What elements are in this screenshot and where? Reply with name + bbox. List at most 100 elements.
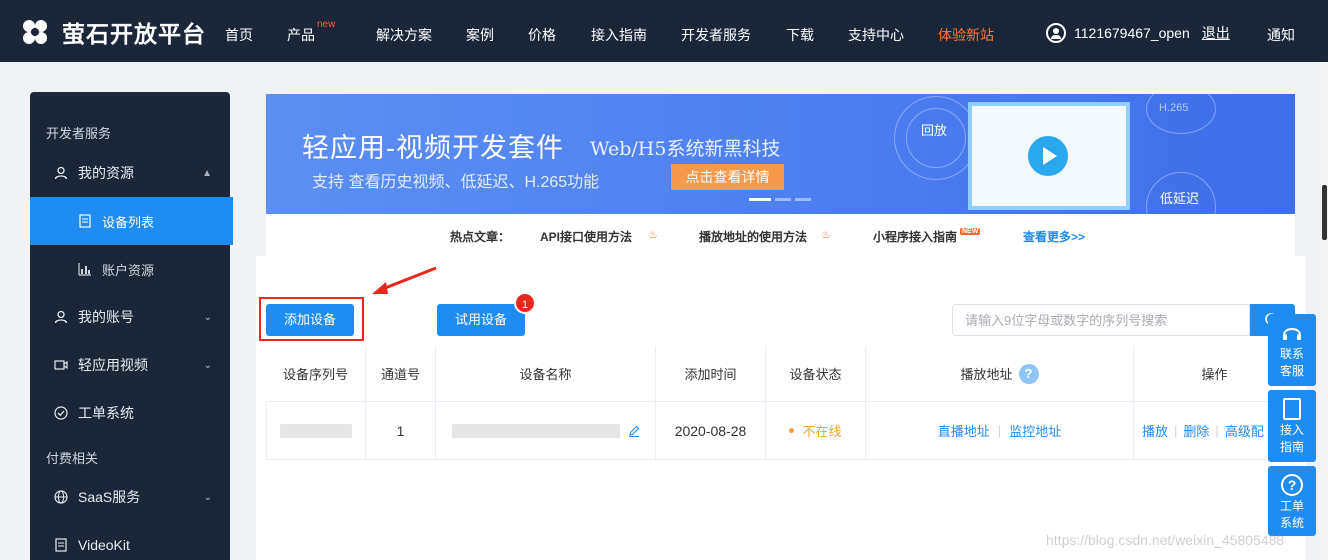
nav-products[interactable]: 产品 new [287,19,335,45]
sidebar-section-pay: 付费相关 [46,451,99,466]
carousel-dot[interactable] [775,198,791,201]
add-device-button[interactable]: 添加设备 [266,304,354,336]
sidebar-item-device-list[interactable]: 设备列表 [30,197,233,245]
nav-products-label: 产品 [287,27,315,43]
delete-link[interactable]: 删除 [1183,421,1209,440]
annotation-arrow-icon [372,266,437,294]
trial-device-button[interactable]: 试用设备 [437,304,525,336]
sidebar-item-saas[interactable]: SaaS服务 ⌄ [30,473,230,521]
chevron-down-icon: ⌄ [203,491,212,503]
new-badge: NEW [960,228,981,235]
monitor-url-link[interactable]: 监控地址 [1009,421,1061,440]
cell-channel: 1 [366,402,436,460]
banner-title: 轻应用-视频开发套件 [302,133,564,163]
user-menu[interactable]: 1121679467_open 退出 [1046,23,1230,43]
hot-article-link[interactable]: API接口使用方法 [540,228,632,245]
banner-label-replay: 回放 [921,123,948,138]
video-preview [968,102,1130,210]
play-link[interactable]: 播放 [1142,421,1168,440]
cell-serial [266,402,366,460]
float-ticket-system[interactable]: ? 工单系统 [1268,466,1316,536]
nav-home[interactable]: 首页 [225,25,253,45]
advanced-config-link[interactable]: 高级配 [1225,421,1264,440]
nav-pricing[interactable]: 价格 [528,25,556,45]
logo-text: 萤石开放平台 [62,21,206,47]
check-circle-icon [54,406,68,420]
redacted-device-name [451,423,620,438]
carousel-dots[interactable] [749,198,811,201]
hot-articles-bar: 热点文章： API接口使用方法 ♨ 播放地址的使用方法 ♨ 小程序接入指南 NE… [266,214,1295,256]
new-badge: new [317,19,336,30]
float-label: 工单系统 [1279,499,1304,530]
carousel-dot[interactable] [749,198,771,201]
divider: | [1215,423,1219,438]
top-nav: 萤石开放平台 首页 产品 new 解决方案 案例 价格 接入指南 开发者服务 下… [0,0,1328,62]
hot-article-link[interactable]: 播放地址的使用方法 [699,228,807,245]
fire-icon: ♨ [648,229,658,241]
more-articles-link[interactable]: 查看更多>> [1023,228,1085,245]
nav-solutions[interactable]: 解决方案 [376,25,432,45]
sidebar-item-ticket-system[interactable]: 工单系统 [30,389,230,437]
col-header-serial: 设备序列号 [266,346,366,402]
user-icon [1046,23,1066,43]
col-header-status: 设备状态 [766,346,866,402]
play-icon [1028,136,1068,176]
nav-support[interactable]: 支持中心 [848,25,904,45]
hot-article-link[interactable]: 小程序接入指南 [873,228,957,245]
promo-banner[interactable]: 轻应用-视频开发套件 Web/H5系统新黑科技 支持 查看历史视频、低延迟、H.… [266,94,1295,214]
sidebar-item-label: 轻应用视频 [78,357,148,373]
nav-new-site[interactable]: 体验新站 [938,25,994,45]
sidebar-item-label: 我的账号 [78,309,134,325]
banner-cta-button[interactable]: 点击查看详情 [671,164,784,190]
cell-added-date: 2020-08-28 [656,402,766,460]
sidebar-item-label: 账户资源 [102,262,155,278]
notify-link[interactable]: 通知 [1267,25,1295,45]
status-dot [789,428,795,433]
redacted-serial [279,423,352,438]
document-icon [55,538,67,552]
logo-icon [23,20,47,44]
chevron-down-icon: ⌄ [203,359,212,371]
col-header-play-url-label: 播放地址 [960,367,1013,382]
hot-articles-label: 热点文章： [450,230,511,244]
float-access-guide[interactable]: 接入指南 [1268,390,1316,462]
sidebar-item-label: 设备列表 [102,214,155,230]
nav-download[interactable]: 下载 [786,25,814,45]
sidebar-item-my-resources[interactable]: 我的资源 ▲ [30,149,230,197]
chevron-up-icon: ▲ [202,167,212,179]
globe-icon [54,490,68,504]
cell-device-name [436,402,656,460]
float-label: 联系客服 [1279,347,1304,378]
divider: | [997,423,1002,438]
decor-ring [1146,94,1216,134]
scrollbar-thumb[interactable] [1322,185,1327,240]
sidebar-item-my-account[interactable]: 我的账号 ⌄ [30,293,230,341]
serial-search-input[interactable] [952,304,1250,336]
live-url-link[interactable]: 直播地址 [938,421,990,440]
username: 1121679467_open [1074,25,1190,41]
sidebar-item-light-video[interactable]: 轻应用视频 ⌄ [30,341,230,389]
nav-cases[interactable]: 案例 [466,25,494,45]
edit-icon[interactable] [628,425,640,437]
cell-play-url: 直播地址 | 监控地址 [866,402,1134,460]
sidebar-item-account-resources[interactable]: 账户资源 [30,245,230,293]
banner-tagline: Web/H5系统新黑科技 [590,138,781,160]
list-icon [79,214,91,228]
carousel-dot[interactable] [795,198,811,201]
user-icon [54,310,68,324]
float-contact-support[interactable]: 联系客服 [1268,314,1316,386]
headset-icon [1283,328,1301,340]
logout-link[interactable]: 退出 [1202,23,1230,43]
scrollbar[interactable] [1321,62,1328,560]
nav-guide[interactable]: 接入指南 [591,25,647,45]
video-icon [54,360,68,370]
book-icon [1283,398,1301,420]
nav-dev-services[interactable]: 开发者服务 [681,25,751,45]
fire-icon: ♨ [821,229,831,241]
help-icon[interactable]: ? [1018,363,1039,384]
chevron-down-icon: ⌄ [203,311,212,323]
sidebar-item-videokit[interactable]: VideoKit [30,521,230,560]
sidebar-section-dev: 开发者服务 [46,126,112,141]
logo[interactable]: 萤石开放平台 [20,15,206,49]
sidebar-item-label: VideoKit [78,537,130,553]
